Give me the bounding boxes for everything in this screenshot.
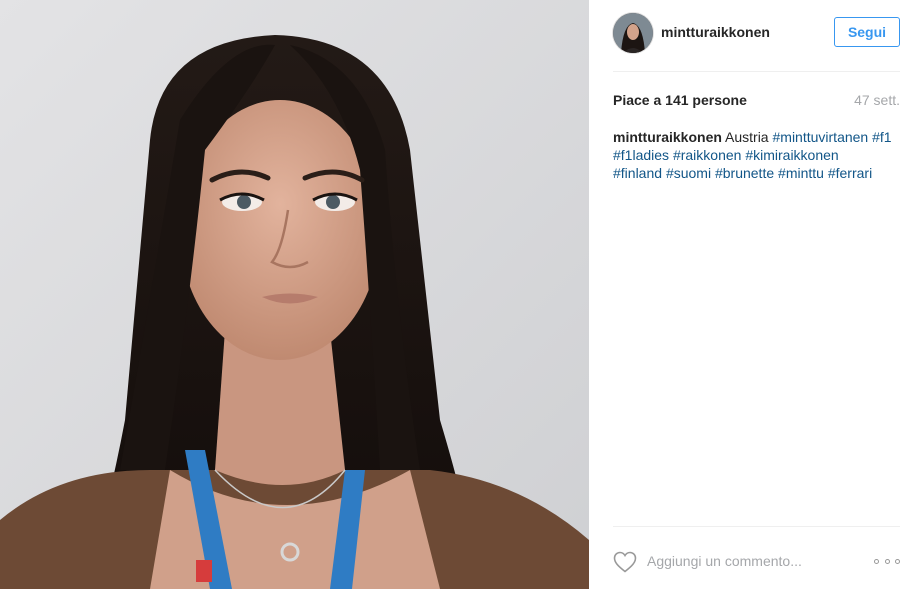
caption-text: Austria <box>721 129 773 145</box>
comment-bar <box>613 526 900 589</box>
caption-username[interactable]: mintturaikkonen <box>613 129 722 145</box>
post-photo[interactable] <box>0 0 589 589</box>
post-caption: mintturaikkonen Austria #minttuvirtanen … <box>613 128 900 182</box>
post-age[interactable]: 47 sett. <box>854 92 900 108</box>
likes-count-label[interactable]: Piace a 141 persone <box>613 92 747 108</box>
user-avatar-icon <box>613 13 653 53</box>
hashtag[interactable]: #minttu <box>778 165 824 181</box>
dot <box>895 558 900 564</box>
hashtag[interactable]: #finland <box>613 165 662 181</box>
more-options-icon[interactable] <box>874 551 900 571</box>
heart-icon[interactable] <box>613 551 637 573</box>
hashtag[interactable]: #minttuvirtanen <box>773 129 869 145</box>
post-header: mintturaikkonen Segui <box>613 0 900 72</box>
hashtag[interactable]: #f1ladies <box>613 147 669 163</box>
hashtag[interactable]: #f1 <box>872 129 891 145</box>
author-username[interactable]: mintturaikkonen <box>661 24 770 40</box>
author-avatar[interactable] <box>613 13 653 53</box>
likes-count: 141 <box>665 92 689 108</box>
comment-input[interactable] <box>647 549 847 573</box>
dot <box>884 558 890 564</box>
hashtag[interactable]: #raikkonen <box>673 147 742 163</box>
hashtag[interactable]: #ferrari <box>828 165 872 181</box>
portrait-image <box>0 0 589 589</box>
likes-suffix: persone <box>688 92 747 108</box>
likes-prefix: Piace a <box>613 92 666 108</box>
hashtag[interactable]: #kimiraikkonen <box>745 147 838 163</box>
follow-button[interactable]: Segui <box>834 17 900 47</box>
dot <box>874 558 879 564</box>
likes-row: Piace a 141 persone 47 sett. <box>613 92 900 112</box>
post-sidebar: mintturaikkonen Segui Piace a 141 person… <box>589 0 912 589</box>
hashtag[interactable]: #brunette <box>715 165 774 181</box>
hashtag[interactable]: #suomi <box>666 165 711 181</box>
